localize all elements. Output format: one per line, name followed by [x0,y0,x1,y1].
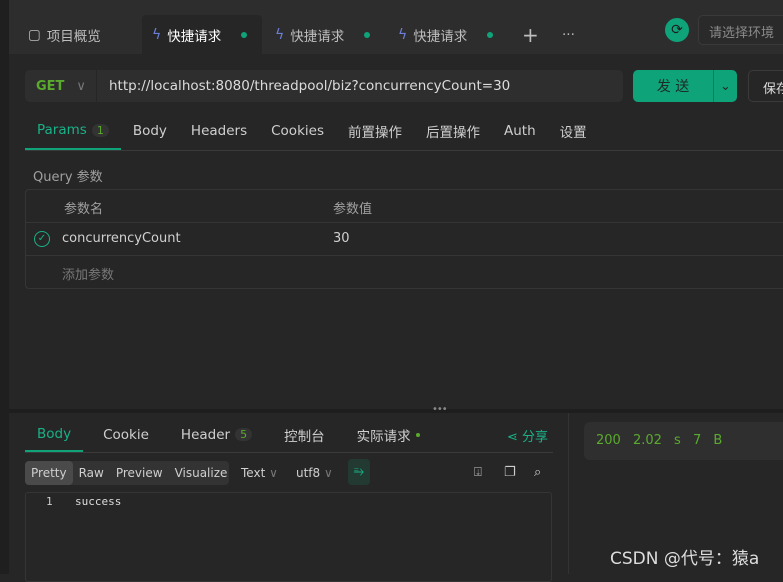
tab-overview[interactable]: ▢ 项目概览 [18,15,111,54]
tab-auth[interactable]: Auth [492,112,548,150]
word-wrap-icon[interactable]: ⥱ [348,459,370,485]
response-text: success [75,495,122,508]
download-icon[interactable]: ⍗ [474,465,482,480]
tab-params[interactable]: Params 1 [25,112,121,150]
share-button[interactable]: ⋖ 分享 [507,426,548,445]
watermark: CSDN @代号：猿a [610,549,760,569]
search-icon[interactable]: ⌕ [534,465,541,480]
bolt-icon: ϟ [275,26,285,43]
format-toggle: Pretty Raw Preview Visualize [25,461,229,485]
send-button[interactable]: 发 送 ⌄ [633,70,737,102]
split-divider[interactable] [9,409,783,413]
method-select[interactable]: GET ∨ [25,70,97,102]
tab-console[interactable]: 控制台 [272,417,337,452]
left-strip [0,0,9,574]
copy-icon[interactable]: ❐ [504,465,516,480]
status-dot [415,432,420,437]
response-status: 200 2.02 s 7 B [584,422,783,460]
save-button[interactable]: 保存 [748,70,783,102]
response-body-editor[interactable]: 1 success [25,492,552,582]
tab-headers[interactable]: Headers [179,112,259,150]
tab-quick-request-2[interactable]: ϟ 快捷请求 [265,15,380,54]
environment-select[interactable]: 请选择环境 [698,15,783,45]
add-tab-button[interactable]: + [512,15,549,54]
bolt-icon: ϟ [152,26,162,43]
url-input[interactable]: http://localhost:8080/threadpool/biz?con… [97,78,510,94]
tab-actual-request[interactable]: 实际请求 [345,417,432,452]
response-tabs: Body Cookie Header 5 控制台 实际请求 [25,417,553,453]
add-param-row: 添加参数 [26,256,783,289]
more-tabs-button[interactable]: ··· [552,15,585,54]
format-preview[interactable]: Preview [110,461,169,485]
add-param-input[interactable]: 添加参数 [62,264,114,283]
line-number: 1 [46,495,53,508]
tab-pre-script[interactable]: 前置操作 [336,112,414,150]
unsaved-dot [487,31,494,38]
encoding-select[interactable]: utf8 ∨ [296,466,333,480]
response-time: 2.02 s [632,433,681,448]
chevron-down-icon[interactable]: ⌄ [713,70,737,102]
query-params-label: Query 参数 [33,170,103,185]
format-pretty[interactable]: Pretty [25,461,73,485]
tab-resp-cookie[interactable]: Cookie [91,417,161,452]
unsaved-dot [241,31,248,38]
chevron-down-icon: ∨ [76,78,86,94]
format-visualize[interactable]: Visualize [169,461,234,485]
tab-post-script[interactable]: 后置操作 [414,112,492,150]
request-tabs: Params 1 Body Headers Cookies 前置操作 后置操作 A… [25,112,783,151]
param-value[interactable]: 30 [333,231,350,246]
type-select[interactable]: Text ∨ [241,466,278,480]
table-header: 参数名 参数值 [26,190,783,223]
params-table: 参数名 参数值 ✓ concurrencyCount 30 添加参数 [25,189,783,289]
tab-resp-header[interactable]: Header 5 [169,417,264,452]
vertical-divider[interactable] [568,413,569,574]
sync-icon[interactable]: ⟳ [665,18,689,42]
chevron-down-icon: ∨ [269,466,278,480]
tab-quick-request-1[interactable]: ϟ 快捷请求 [142,15,262,54]
format-raw[interactable]: Raw [73,461,110,485]
response-size: 7 B [692,433,723,448]
drag-handle-icon[interactable]: ••• [432,404,448,415]
check-icon[interactable]: ✓ [34,231,50,247]
table-row: ✓ concurrencyCount 30 [26,223,783,256]
tab-settings[interactable]: 设置 [548,112,599,150]
tab-cookies[interactable]: Cookies [259,112,336,150]
param-name[interactable]: concurrencyCount [62,231,181,246]
unsaved-dot [364,31,371,38]
layout-icon: ▢ [28,26,41,43]
tab-body[interactable]: Body [121,112,179,150]
share-icon: ⋖ [507,430,518,445]
url-bar: GET ∨ http://localhost:8080/threadpool/bi… [25,70,623,102]
tab-resp-body[interactable]: Body [25,417,84,452]
tab-quick-request-3[interactable]: ϟ 快捷请求 [388,15,503,54]
chevron-down-icon: ∨ [324,466,333,480]
status-code: 200 [596,433,621,448]
bolt-icon: ϟ [398,26,408,43]
